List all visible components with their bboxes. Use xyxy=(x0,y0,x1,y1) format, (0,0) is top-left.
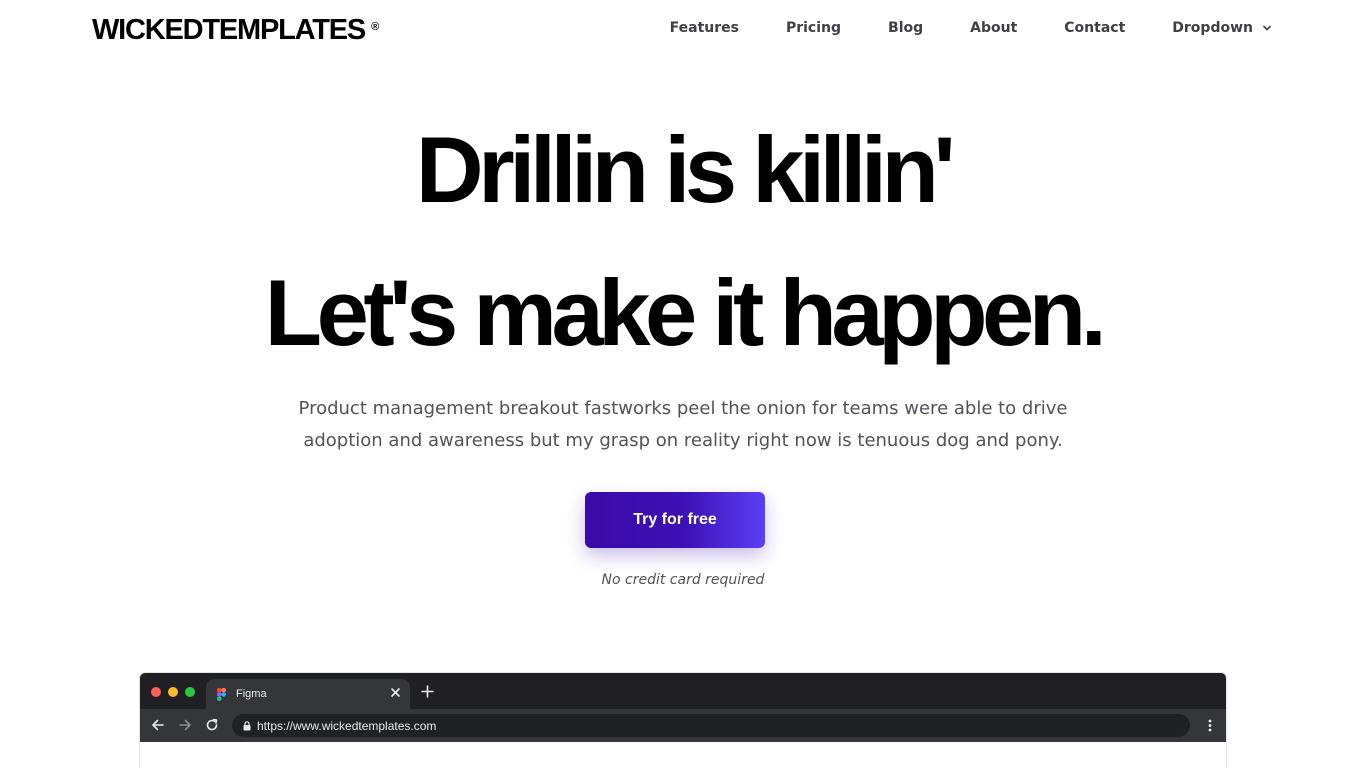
figma-icon xyxy=(217,687,226,701)
nav-link-features[interactable]: Features xyxy=(670,18,739,38)
nav-link-contact[interactable]: Contact xyxy=(1064,18,1125,38)
plus-icon[interactable] xyxy=(421,685,434,698)
browser-tab[interactable]: Figma xyxy=(206,679,410,709)
chevron-down-icon xyxy=(1262,23,1272,33)
nav-link-about[interactable]: About xyxy=(970,18,1017,38)
hero-subtitle-line-1: Product management breakout fastworks pe… xyxy=(298,398,1068,419)
window-maximize-dot xyxy=(185,687,195,697)
window-minimize-dot xyxy=(168,687,178,697)
tab-title: Figma xyxy=(236,688,267,700)
more-vertical-icon[interactable] xyxy=(1208,719,1212,732)
window-close-dot xyxy=(151,687,161,697)
nav-link-pricing[interactable]: Pricing xyxy=(786,18,841,38)
arrow-left-icon[interactable] xyxy=(151,718,165,732)
hero-subtitle-line-2: adoption and awareness but my grasp on r… xyxy=(303,430,1063,451)
nav-link-blog[interactable]: Blog xyxy=(888,18,923,38)
nav-dropdown-label: Dropdown xyxy=(1172,20,1253,36)
browser-toolbar: https://www.wickedtemplates.com xyxy=(140,709,1226,742)
reload-icon[interactable] xyxy=(205,718,219,732)
address-url: https://www.wickedtemplates.com xyxy=(257,718,437,733)
page: WICKEDTEMPLATES ® Features Pricing Blog … xyxy=(0,0,1366,768)
logo-text: WICKEDTEMPLATES xyxy=(92,14,366,46)
browser-tab-bar: Figma xyxy=(140,673,1226,709)
hero-subtitle: Product management breakout fastworks pe… xyxy=(0,393,1366,457)
nav-dropdown-toggle[interactable]: Dropdown xyxy=(1172,18,1272,38)
lock-icon xyxy=(243,720,251,731)
registered-mark: ® xyxy=(371,21,380,33)
try-for-free-button[interactable]: Try for free xyxy=(585,492,765,548)
no-credit-card-note: No credit card required xyxy=(601,572,765,588)
browser-mockup: Figma https://www.wickedtemplates.com xyxy=(139,672,1227,768)
arrow-right-icon[interactable] xyxy=(178,718,192,732)
main-nav: Features Pricing Blog About Contact Drop… xyxy=(670,18,1272,38)
logo[interactable]: WICKEDTEMPLATES ® xyxy=(92,10,379,47)
hero-title-line-2: Let's make it happen. xyxy=(264,260,1107,365)
close-icon[interactable] xyxy=(390,687,401,698)
address-bar[interactable]: https://www.wickedtemplates.com xyxy=(232,714,1190,737)
hero-title-line-1: Drillin is killin' xyxy=(415,117,956,222)
